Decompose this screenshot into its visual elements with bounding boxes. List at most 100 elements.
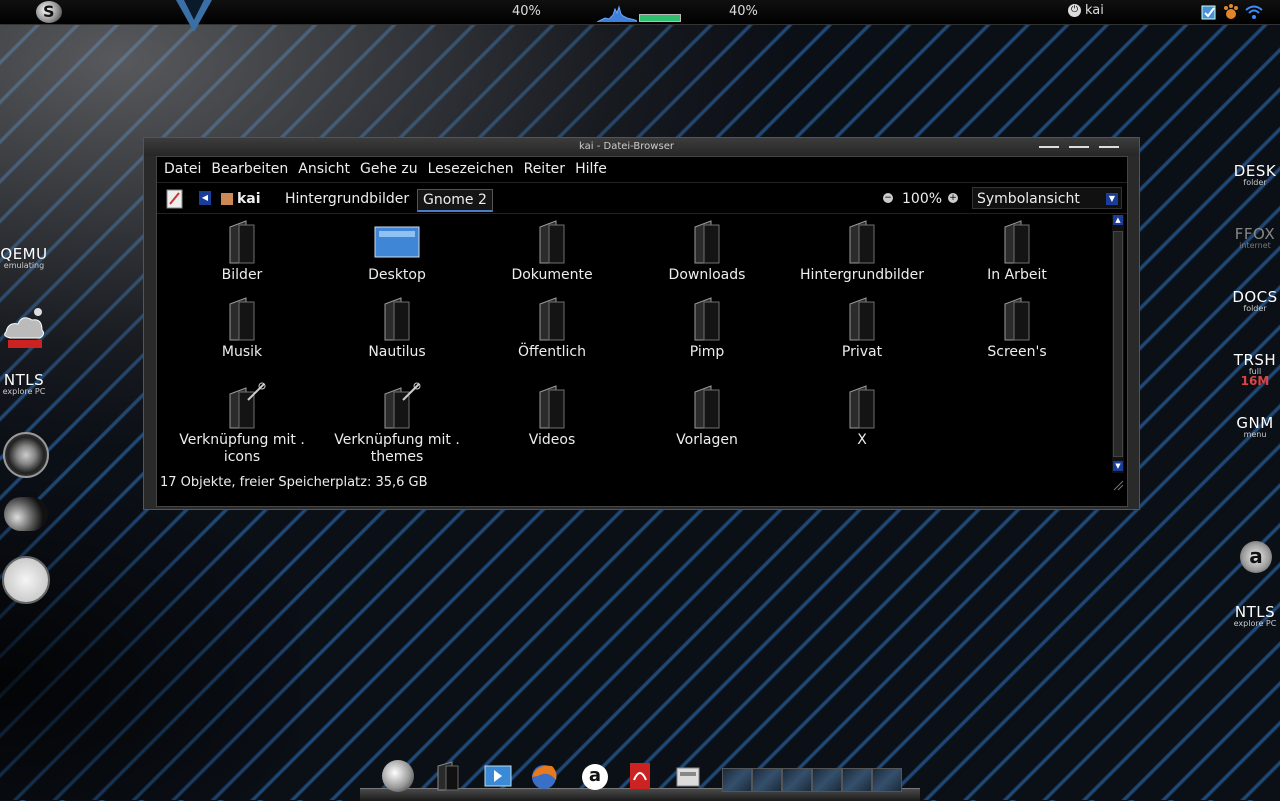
menu-hilfe[interactable]: Hilfe bbox=[575, 161, 607, 177]
file-item[interactable]: Bilder bbox=[172, 217, 312, 284]
minimize-button[interactable] bbox=[1039, 146, 1059, 148]
desktop-launcher-desk[interactable]: DESK folder bbox=[1230, 162, 1280, 187]
folder-icon bbox=[539, 385, 565, 429]
amazon-icon[interactable]: a bbox=[1240, 541, 1272, 573]
system-monitor-gauge-icon[interactable] bbox=[4, 497, 48, 531]
vertical-scrollbar[interactable]: ▲ ▼ bbox=[1112, 215, 1124, 473]
file-item[interactable]: Downloads bbox=[637, 217, 777, 284]
file-item-label: Bilder bbox=[221, 267, 263, 283]
power-widget-icon[interactable] bbox=[3, 432, 49, 478]
file-item-label: Screen's bbox=[987, 344, 1047, 360]
file-item-label: In Arbeit bbox=[987, 267, 1047, 283]
menu-reiter[interactable]: Reiter bbox=[524, 161, 565, 177]
paw-tray-icon[interactable] bbox=[1222, 3, 1240, 21]
workspace-4[interactable] bbox=[812, 768, 842, 792]
file-browser-window: kai - Datei-Browser Datei Bearbeiten Ans… bbox=[143, 137, 1140, 510]
menu-ansicht[interactable]: Ansicht bbox=[298, 161, 350, 177]
edit-location-icon[interactable] bbox=[165, 189, 185, 209]
view-mode-select[interactable]: Symbolansicht ▼ bbox=[972, 187, 1122, 209]
file-item-label: Öffentlich bbox=[518, 344, 586, 360]
power-icon: ⏻ bbox=[1068, 4, 1081, 17]
desktop-launcher-ntls-left[interactable]: NTLS explore PC bbox=[0, 371, 48, 396]
weather-widget-icon[interactable] bbox=[2, 304, 48, 350]
workspace-3[interactable] bbox=[782, 768, 812, 792]
cpu-usage-left: 40% bbox=[512, 4, 541, 19]
scroll-up-icon[interactable]: ▲ bbox=[1113, 215, 1123, 225]
menu-lesezeichen[interactable]: Lesezeichen bbox=[428, 161, 514, 177]
file-item[interactable]: Nautilus bbox=[327, 294, 467, 361]
desktop-launcher-docs[interactable]: DOCS folder bbox=[1230, 288, 1280, 313]
close-button[interactable] bbox=[1099, 146, 1119, 148]
clock-widget-icon[interactable] bbox=[2, 556, 50, 604]
file-item[interactable]: X bbox=[792, 382, 932, 449]
dock-pdf-icon[interactable] bbox=[624, 760, 656, 792]
desktop-launcher-ntls-right[interactable]: NTLS explore PC bbox=[1230, 603, 1280, 628]
folder-icon bbox=[229, 297, 255, 341]
menu-datei[interactable]: Datei bbox=[164, 161, 201, 177]
dock-folder-icon[interactable] bbox=[432, 760, 464, 792]
file-item-label: X bbox=[857, 432, 867, 448]
file-item[interactable]: Screen's bbox=[947, 294, 1087, 361]
breadcrumb-gnome-2[interactable]: Gnome 2 bbox=[417, 189, 493, 212]
update-tray-icon[interactable] bbox=[1200, 3, 1218, 21]
workspace-5[interactable] bbox=[842, 768, 872, 792]
folder-icon bbox=[694, 220, 720, 264]
dock-amazon-icon[interactable]: a bbox=[582, 764, 608, 790]
desktop-folder-icon bbox=[374, 226, 420, 258]
zoom-level: 100% bbox=[902, 191, 943, 207]
maximize-button[interactable] bbox=[1069, 146, 1089, 148]
wifi-icon[interactable] bbox=[1245, 3, 1263, 21]
file-item[interactable]: Verknüpfung mit . themes bbox=[327, 382, 467, 466]
workspace-6[interactable] bbox=[872, 768, 902, 792]
breadcrumb-hintergrundbilder[interactable]: Hintergrundbilder bbox=[285, 189, 409, 209]
dock-desktop-icon[interactable] bbox=[482, 760, 514, 792]
menu-gehe-zu[interactable]: Gehe zu bbox=[360, 161, 418, 177]
file-item[interactable]: Hintergrundbilder bbox=[792, 217, 932, 284]
zoom-out-icon[interactable]: − bbox=[883, 193, 893, 203]
user-menu[interactable]: ⏻ kai bbox=[1068, 3, 1104, 18]
file-item[interactable]: Verknüpfung mit . icons bbox=[172, 382, 312, 466]
file-item[interactable]: Pimp bbox=[637, 294, 777, 361]
dock-firefox-icon[interactable] bbox=[528, 760, 560, 792]
file-item-label: Videos bbox=[528, 432, 576, 448]
desktop-launcher-qemu[interactable]: QEMU emulating bbox=[0, 245, 48, 270]
file-item[interactable]: Dokumente bbox=[482, 217, 622, 284]
window-titlebar[interactable]: kai - Datei-Browser bbox=[144, 138, 1139, 156]
file-item[interactable]: Privat bbox=[792, 294, 932, 361]
folder-icon bbox=[694, 385, 720, 429]
status-bar: 17 Objekte, freier Speicherplatz: 35,6 G… bbox=[160, 475, 428, 490]
folder-icon bbox=[849, 220, 875, 264]
folder-icon bbox=[384, 297, 410, 341]
file-item[interactable]: In Arbeit bbox=[947, 217, 1087, 284]
resize-grip-icon[interactable] bbox=[1112, 479, 1124, 491]
window-title: kai - Datei-Browser bbox=[579, 141, 674, 152]
desktop-launcher-trsh[interactable]: TRSH full 16M bbox=[1230, 351, 1280, 388]
dock-drive-icon[interactable] bbox=[672, 760, 704, 792]
breadcrumb-home[interactable]: kai bbox=[221, 189, 261, 209]
workspace-2[interactable] bbox=[752, 768, 782, 792]
file-item[interactable]: Musik bbox=[172, 294, 312, 361]
scrollbar-thumb[interactable] bbox=[1113, 231, 1123, 457]
workspace-1[interactable] bbox=[722, 768, 752, 792]
breadcrumb-back-arrow-icon[interactable]: ◀ bbox=[199, 191, 211, 205]
network-graph-icon bbox=[597, 5, 637, 22]
desktop-launcher-gnm[interactable]: GNM menu bbox=[1230, 414, 1280, 439]
file-item[interactable]: Öffentlich bbox=[482, 294, 622, 361]
file-item-label: Privat bbox=[841, 344, 883, 360]
file-item[interactable]: Videos bbox=[482, 382, 622, 449]
home-icon bbox=[221, 193, 233, 205]
file-item-label: Desktop bbox=[368, 267, 426, 283]
zoom-in-icon[interactable]: + bbox=[948, 193, 958, 203]
scroll-down-icon[interactable]: ▼ bbox=[1113, 461, 1123, 471]
file-item-label: Verknüpfung mit . themes bbox=[334, 432, 460, 465]
v-logo-icon[interactable] bbox=[176, 0, 212, 34]
menu-bearbeiten[interactable]: Bearbeiten bbox=[211, 161, 288, 177]
folder-icon bbox=[229, 220, 255, 264]
desktop-launcher-ffox[interactable]: FFOX internet bbox=[1230, 225, 1280, 250]
file-item[interactable]: Vorlagen bbox=[637, 382, 777, 449]
dock-system-icon[interactable] bbox=[382, 760, 414, 792]
top-panel: S 40% 40% ⏻ kai bbox=[0, 0, 1280, 32]
username: kai bbox=[1085, 3, 1104, 18]
folder-icon bbox=[539, 297, 565, 341]
file-item[interactable]: Desktop bbox=[327, 217, 467, 284]
